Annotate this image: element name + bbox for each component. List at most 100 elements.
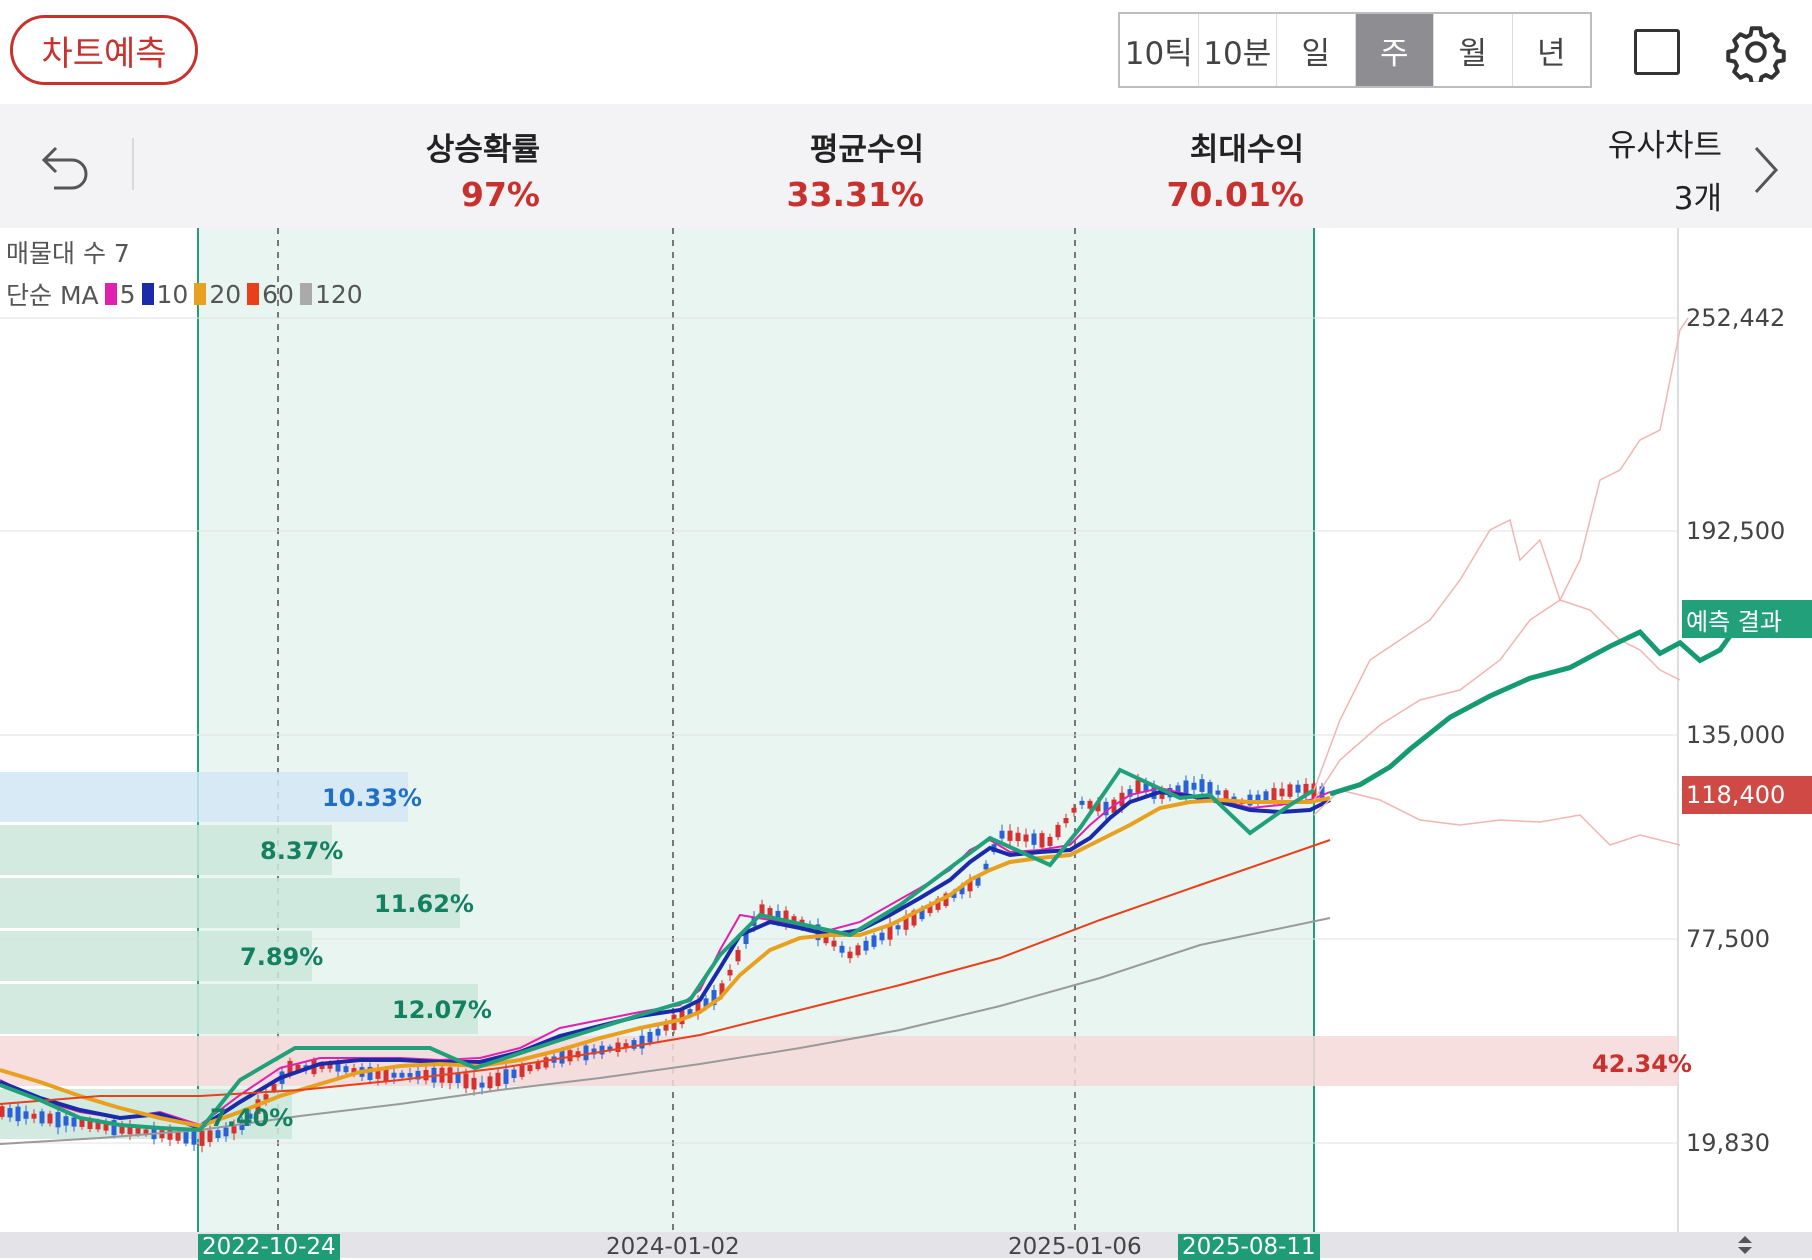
candle-body: [7, 1108, 13, 1118]
similar-charts-label: 유사차트: [1607, 128, 1722, 164]
candle-body: [23, 1111, 29, 1119]
rise-probability-label: 상승확률: [425, 132, 540, 168]
ma-120-label: 120: [314, 279, 363, 309]
candle-body: [335, 1063, 341, 1072]
candle-body: [471, 1077, 477, 1090]
x-tick-end-highlight: 2025-08-11: [1178, 1234, 1320, 1260]
chart-predict-button[interactable]: 차트예측: [10, 15, 198, 85]
candle-body: [31, 1113, 37, 1119]
candle-body: [519, 1064, 525, 1077]
candle-body: [1279, 788, 1285, 797]
candle-body: [1015, 832, 1021, 842]
candle-body: [863, 940, 869, 951]
y-tick-5: 19,830: [1686, 1129, 1770, 1157]
candle-body: [615, 1042, 621, 1052]
volume-profile-pct-5: 12.07%: [392, 996, 492, 1024]
candle-body: [639, 1035, 645, 1049]
candle-body: [879, 932, 885, 941]
candle-body: [39, 1111, 45, 1124]
candle-body: [391, 1072, 397, 1078]
candle-body: [1199, 779, 1205, 792]
y-tick-1: 252,442: [1686, 304, 1786, 332]
ma-60-swatch: [247, 283, 260, 305]
y-tick-4: 77,500: [1686, 925, 1770, 953]
stats-divider: [132, 138, 134, 190]
similar-chart-middle-line: [1313, 599, 1681, 801]
scroll-handle-icon[interactable]: [1736, 1234, 1754, 1256]
candle-body: [503, 1069, 509, 1084]
ma-5-swatch: [104, 283, 117, 305]
y-tick-2: 192,500: [1686, 517, 1786, 545]
candle-body: [1007, 830, 1013, 841]
candle-body: [375, 1070, 381, 1079]
x-tick-3: 2025-01-06: [1008, 1234, 1142, 1260]
candle-body: [495, 1072, 501, 1087]
candle-body: [63, 1116, 69, 1126]
prediction-result-badge: 예측 결과: [1682, 600, 1812, 638]
period-tab-10min[interactable]: 10분: [1199, 14, 1277, 86]
ma-60-label: 60: [262, 279, 294, 309]
candle-body: [1079, 800, 1085, 805]
candle-body: [511, 1069, 517, 1078]
candle-body: [527, 1065, 533, 1072]
candle-body: [727, 969, 733, 976]
candle-body: [1031, 833, 1037, 845]
gear-icon[interactable]: [1726, 22, 1786, 82]
candle-body: [1191, 782, 1197, 790]
average-return: 평균수익 33.31%: [787, 124, 924, 214]
volume-profile-pct-3: 11.62%: [374, 890, 474, 918]
candle-body: [383, 1069, 389, 1082]
candle-body: [1023, 834, 1029, 842]
prediction-result-line: [1329, 609, 1751, 797]
ma-20-label: 20: [209, 279, 242, 309]
period-tab-week[interactable]: 주: [1355, 14, 1434, 86]
candle-body: [1263, 791, 1269, 802]
candle-body: [647, 1031, 653, 1043]
candle-body: [599, 1045, 605, 1055]
max-return-value: 70.01%: [1166, 175, 1304, 214]
candle-body: [983, 863, 989, 870]
period-tab-10tick[interactable]: 10틱: [1120, 14, 1199, 86]
chevron-right-icon[interactable]: [1746, 140, 1786, 200]
candle-body: [871, 935, 877, 947]
candle-body: [1271, 788, 1277, 801]
candle-body: [1039, 833, 1045, 848]
candle-body: [1055, 824, 1061, 838]
fullscreen-square-icon[interactable]: [1634, 29, 1680, 75]
candle-body: [183, 1130, 189, 1144]
current-price-badge: 118,400: [1682, 776, 1812, 814]
price-chart[interactable]: [0, 228, 1812, 1232]
average-return-value: 33.31%: [786, 175, 924, 214]
volume-profile-pct-4: 7.89%: [240, 943, 324, 971]
candle-body: [855, 945, 861, 956]
candle-body: [1071, 807, 1077, 813]
max-return: 최대수익 70.01%: [1167, 124, 1304, 214]
candle-body: [399, 1072, 405, 1078]
candle-body: [1135, 780, 1141, 793]
x-tick-2: 2024-01-02: [606, 1234, 740, 1260]
period-tab-year[interactable]: 년: [1513, 14, 1591, 86]
period-tab-day[interactable]: 일: [1277, 14, 1356, 86]
candle-body: [1047, 836, 1053, 846]
similar-chart-upper-line: [1313, 317, 1689, 791]
candle-body: [47, 1113, 53, 1124]
top-toolbar: 차트예측 10틱 10분 일 주 월 년: [0, 0, 1812, 104]
y-tick-3: 135,000: [1686, 721, 1786, 749]
candle-body: [207, 1130, 213, 1143]
candle-body: [1295, 784, 1301, 793]
period-selector: 10틱 10분 일 주 월 년: [1118, 12, 1592, 88]
candle-body: [487, 1076, 493, 1089]
candle-body: [999, 830, 1005, 839]
candle-body: [343, 1066, 349, 1073]
similar-charts[interactable]: 유사차트 3개: [1608, 120, 1722, 218]
candle-body: [71, 1117, 77, 1127]
x-tick-start-highlight: 2022-10-24: [198, 1234, 340, 1260]
candle-body: [55, 1112, 61, 1128]
similar-charts-count: 3개: [1673, 181, 1722, 217]
candle-body: [1287, 784, 1293, 797]
period-tab-month[interactable]: 월: [1434, 14, 1513, 86]
undo-arrow-icon[interactable]: [38, 138, 94, 194]
candle-body: [583, 1045, 589, 1061]
candle-body: [655, 1028, 661, 1036]
candle-body: [463, 1073, 469, 1089]
